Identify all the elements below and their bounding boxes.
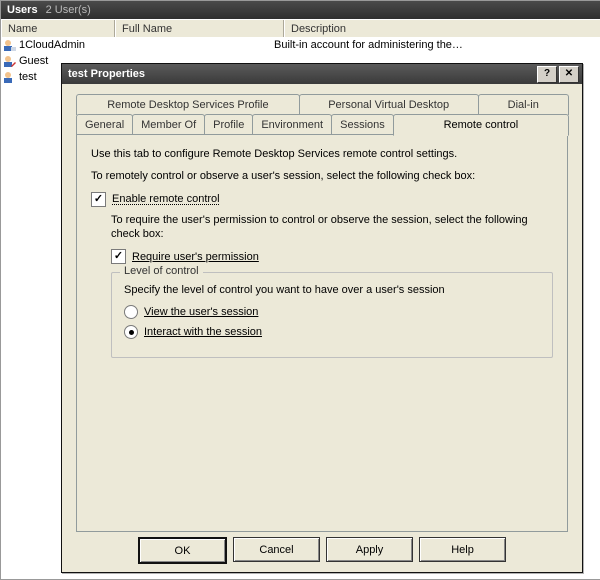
- para1: To remotely control or observe a user's …: [91, 169, 553, 183]
- para2: To require the user's permission to cont…: [111, 213, 553, 242]
- help-titlebar-button[interactable]: ?: [537, 66, 557, 83]
- require-permission-row[interactable]: Require user's permission: [111, 249, 553, 264]
- group-legend: Level of control: [120, 265, 203, 277]
- tab-dialin[interactable]: Dial-in: [478, 94, 570, 115]
- tab-general[interactable]: General: [76, 114, 133, 135]
- app-header: Users 2 User(s): [1, 1, 600, 19]
- tab-profile[interactable]: Profile: [204, 114, 253, 135]
- user-name: 1CloudAdmin: [19, 39, 119, 51]
- col-name[interactable]: Name: [1, 20, 115, 38]
- require-permission-checkbox[interactable]: [111, 249, 126, 264]
- tabstrip: Remote Desktop Services Profile Personal…: [76, 94, 568, 134]
- header-count: 2 User(s): [46, 4, 91, 16]
- enable-remote-label: Enable remote control: [112, 193, 220, 205]
- tab-memberof[interactable]: Member Of: [132, 114, 205, 135]
- interact-session-label: Interact with the session: [144, 326, 262, 338]
- help-button[interactable]: Help: [419, 537, 506, 562]
- tab-personal-vd[interactable]: Personal Virtual Desktop: [299, 94, 479, 115]
- level-of-control-group: Level of control Specify the level of co…: [111, 272, 553, 358]
- tab-sessions[interactable]: Sessions: [331, 114, 394, 135]
- enable-remote-row[interactable]: Enable remote control: [91, 192, 553, 207]
- group-intro: Specify the level of control you want to…: [124, 283, 540, 297]
- tab-environment[interactable]: Environment: [252, 114, 332, 135]
- enable-remote-checkbox[interactable]: [91, 192, 106, 207]
- tab-remote-control[interactable]: Remote control: [393, 114, 569, 136]
- col-description[interactable]: Description: [284, 20, 600, 38]
- titlebar[interactable]: test Properties ? ✕: [62, 64, 582, 84]
- apply-button[interactable]: Apply: [326, 537, 413, 562]
- properties-dialog: test Properties ? ✕ Remote Desktop Servi…: [61, 63, 583, 573]
- view-session-radio[interactable]: [124, 305, 138, 319]
- col-fullname[interactable]: Full Name: [115, 20, 284, 38]
- require-permission-label: Require user's permission: [132, 251, 259, 263]
- view-session-label: View the user's session: [144, 306, 258, 318]
- cancel-button[interactable]: Cancel: [233, 537, 320, 562]
- interact-session-radio[interactable]: [124, 325, 138, 339]
- button-bar: OK Cancel Apply Help: [62, 537, 582, 564]
- list-item[interactable]: 1CloudAdmin Built-in account for adminis…: [1, 37, 600, 53]
- user-description: Built-in account for administering the…: [274, 39, 600, 51]
- close-button[interactable]: ✕: [559, 66, 579, 83]
- header-title: Users: [7, 4, 38, 16]
- dialog-title: test Properties: [65, 68, 535, 80]
- window: Users 2 User(s) Name Full Name Descripti…: [0, 0, 600, 580]
- interact-session-row[interactable]: Interact with the session: [124, 325, 540, 339]
- ok-button[interactable]: OK: [138, 537, 227, 564]
- user-icon: [3, 38, 17, 52]
- dialog-body: Remote Desktop Services Profile Personal…: [62, 84, 582, 572]
- remote-control-panel: Use this tab to configure Remote Desktop…: [76, 134, 568, 532]
- view-session-row[interactable]: View the user's session: [124, 305, 540, 319]
- user-icon: [3, 54, 17, 68]
- user-icon: [3, 70, 17, 84]
- column-headers: Name Full Name Description: [1, 19, 600, 39]
- tab-rds-profile[interactable]: Remote Desktop Services Profile: [76, 94, 300, 115]
- intro-text: Use this tab to configure Remote Desktop…: [91, 147, 553, 161]
